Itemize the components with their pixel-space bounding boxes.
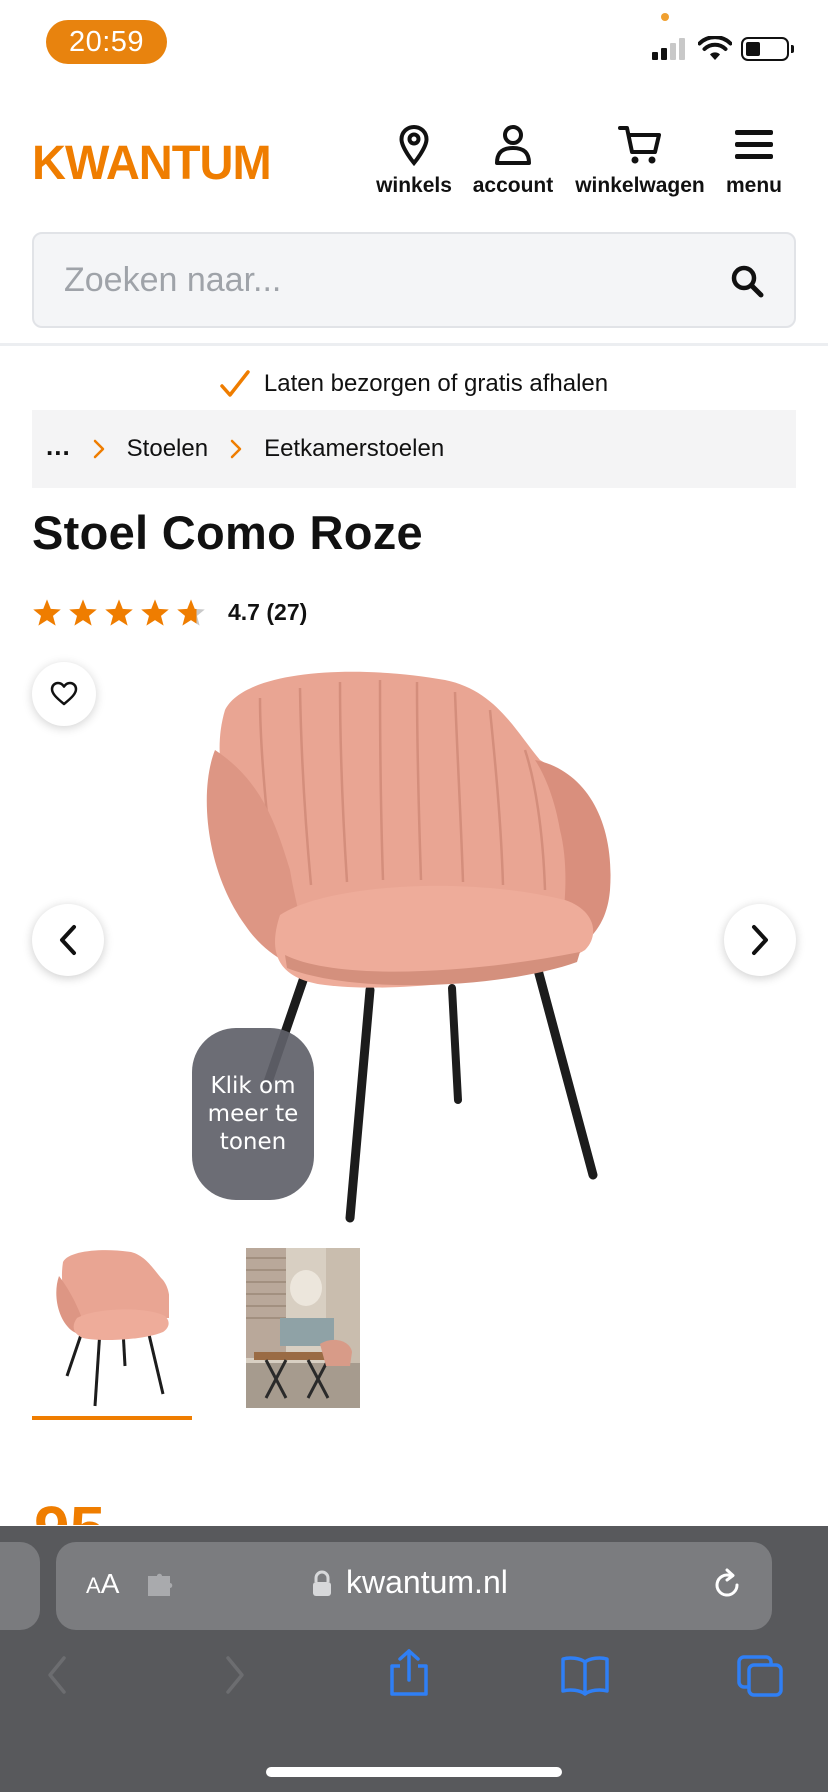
chevron-right-icon	[230, 439, 242, 459]
lock-icon	[313, 1570, 331, 1596]
browser-toolbar: AA kwantum.nl	[0, 1526, 828, 1792]
star-partial-icon	[177, 599, 205, 626]
kwantum-logo[interactable]: KWANTUM	[32, 136, 272, 191]
thumbnail-chair[interactable]	[55, 1248, 169, 1408]
forward-icon[interactable]	[222, 1654, 248, 1696]
thumbnail-room[interactable]	[246, 1248, 360, 1408]
chevron-right-icon	[93, 439, 105, 459]
nav-menu[interactable]: menu	[724, 124, 784, 198]
nav-winkels-label: winkels	[376, 174, 452, 197]
chevron-left-icon	[60, 925, 76, 955]
chevron-right-icon	[752, 925, 768, 955]
thumbnail-active-indicator	[32, 1416, 192, 1420]
share-icon[interactable]	[388, 1648, 430, 1698]
nav-account-label: account	[472, 174, 554, 197]
star-icon	[33, 599, 61, 626]
battery-icon	[741, 37, 789, 61]
extension-icon[interactable]	[146, 1572, 176, 1598]
site-header: KWANTUM winkels account winkelwagen menu	[0, 100, 828, 210]
url-text: kwantum.nl	[346, 1564, 508, 1600]
checkmark-icon	[220, 370, 250, 397]
product-price: 95	[34, 1505, 144, 1525]
gallery-prev-button[interactable]	[32, 904, 104, 976]
reader-aa-button[interactable]: AA	[86, 1568, 119, 1600]
search-icon[interactable]	[730, 264, 764, 298]
product-gallery: Klik om meer te tonen	[0, 650, 828, 1230]
back-icon[interactable]	[44, 1654, 70, 1696]
cart-icon	[618, 126, 661, 164]
privacy-indicator-dot	[661, 13, 669, 21]
header-divider	[0, 343, 828, 346]
nav-winkelwagen[interactable]: winkelwagen	[572, 124, 708, 198]
usp-text: Laten bezorgen of gratis afhalen	[263, 370, 609, 397]
breadcrumb-ellipsis[interactable]: ...	[46, 431, 71, 462]
product-rating[interactable]: 4.7 (27)	[32, 598, 307, 627]
home-indicator	[266, 1767, 562, 1777]
heart-icon	[50, 681, 78, 706]
tabs-icon[interactable]	[736, 1654, 784, 1698]
breadcrumb: ... Stoelen Eetkamerstoelen	[32, 410, 796, 488]
star-icon	[69, 599, 97, 626]
product-title: Stoel Como Roze	[32, 506, 423, 559]
nav-account[interactable]: account	[468, 124, 558, 198]
nav-menu-label: menu	[725, 174, 782, 197]
gallery-next-button[interactable]	[724, 904, 796, 976]
rating-stars	[32, 598, 206, 627]
search-bar	[32, 232, 796, 328]
breadcrumb-stoelen[interactable]: Stoelen	[127, 435, 208, 463]
status-bar: 20:59	[0, 0, 828, 88]
nav-winkelwagen-label: winkelwagen	[575, 174, 705, 197]
previous-tab-stub[interactable]	[0, 1542, 40, 1630]
usp-banner: Laten bezorgen of gratis afhalen	[0, 364, 828, 404]
reload-icon[interactable]	[710, 1568, 744, 1602]
hamburger-icon	[735, 130, 773, 159]
cellular-signal-icon	[652, 38, 685, 60]
user-icon	[495, 125, 531, 165]
star-icon	[105, 599, 133, 626]
wifi-icon	[698, 36, 732, 60]
product-price-value: 95	[34, 1505, 144, 1525]
star-icon	[141, 599, 169, 626]
status-time: 20:59	[46, 20, 167, 64]
search-input[interactable]	[64, 234, 704, 326]
nav-winkels[interactable]: winkels	[376, 124, 452, 198]
bookmarks-icon[interactable]	[560, 1654, 610, 1696]
show-more-badge[interactable]: Klik om meer te tonen	[192, 1028, 314, 1200]
breadcrumb-eetkamerstoelen[interactable]: Eetkamerstoelen	[264, 435, 444, 463]
address-bar[interactable]: AA kwantum.nl	[56, 1542, 772, 1630]
wishlist-button[interactable]	[32, 662, 96, 726]
rating-text: 4.7 (27)	[228, 599, 308, 625]
location-pin-icon	[399, 124, 429, 166]
